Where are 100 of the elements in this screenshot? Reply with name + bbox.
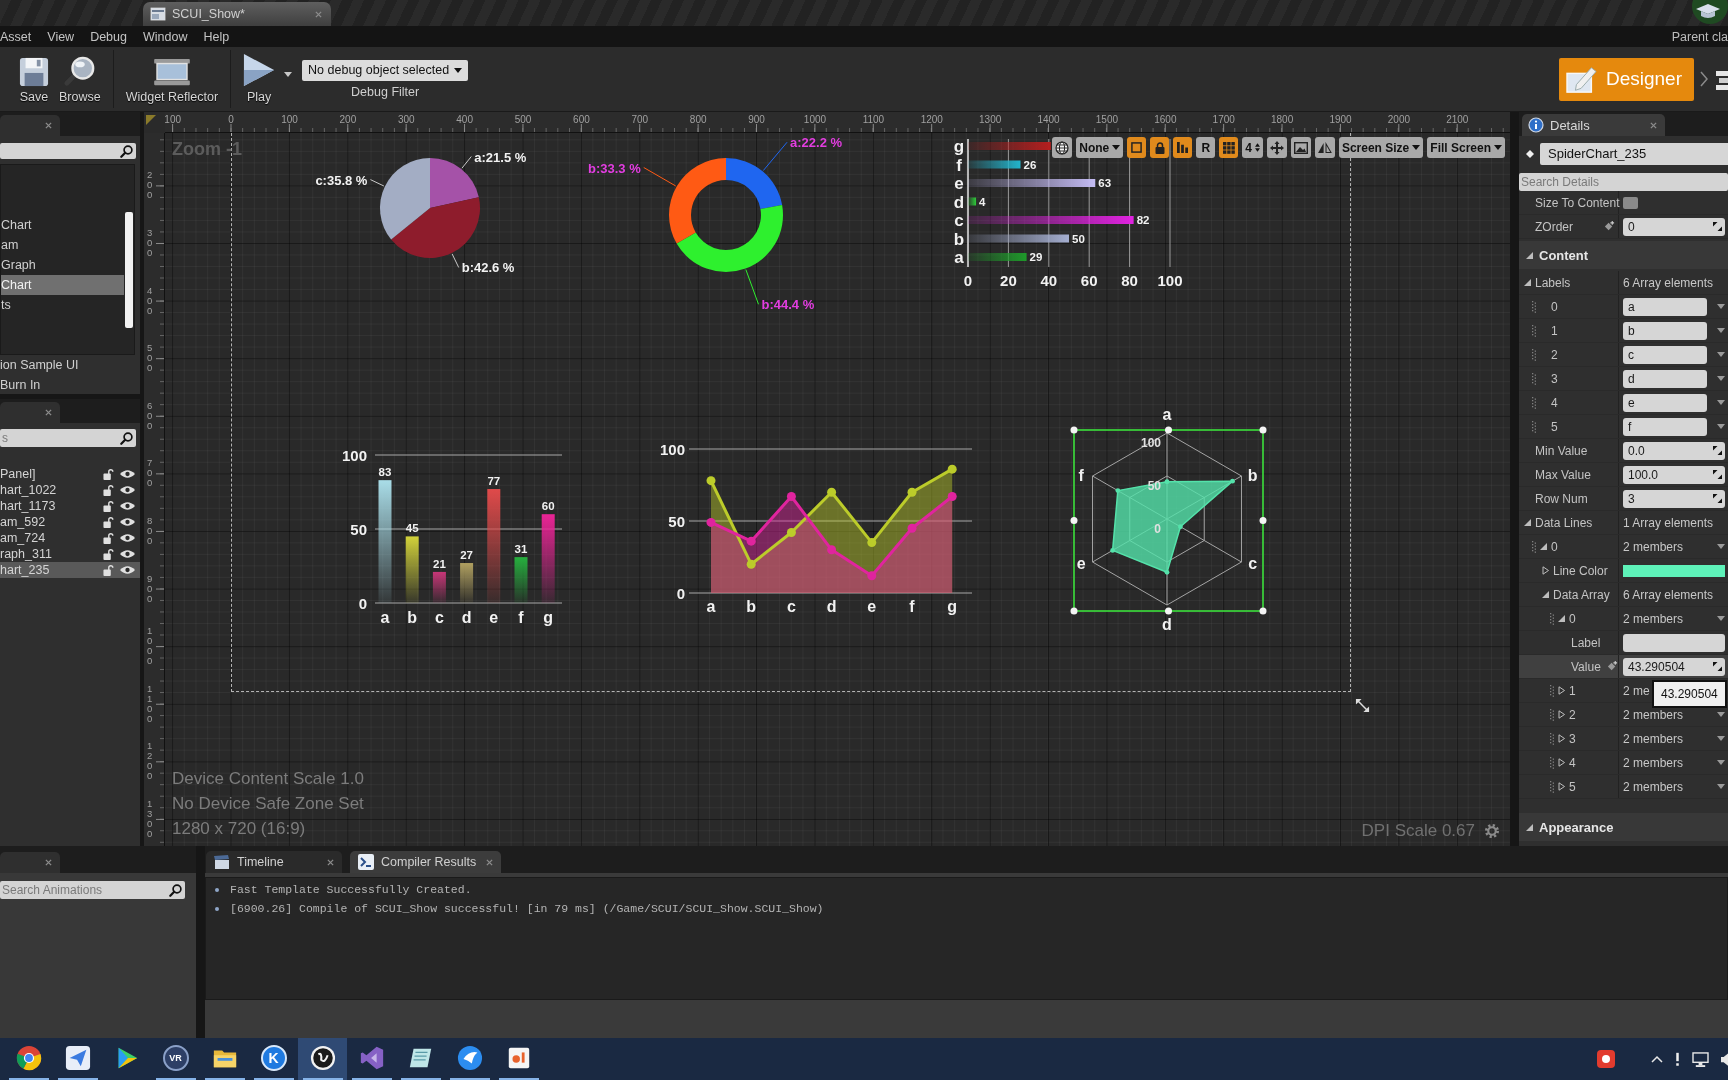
- document-tab[interactable]: SCUI_Show*: [143, 2, 331, 26]
- close-icon[interactable]: [1650, 121, 1657, 129]
- taskbar-app[interactable]: VR: [151, 1038, 200, 1080]
- padlock-icon[interactable]: [103, 516, 114, 528]
- number-field[interactable]: 0: [1623, 217, 1725, 236]
- search-field[interactable]: s: [0, 429, 136, 447]
- caret-icon[interactable]: [1494, 145, 1502, 150]
- text-field[interactable]: b: [1623, 321, 1707, 340]
- search-input[interactable]: s: [2, 430, 120, 446]
- widget-tree-item[interactable]: hart_1022: [0, 482, 140, 498]
- number-field[interactable]: 3: [1623, 489, 1725, 508]
- circle-logo-icon[interactable]: [309, 1045, 336, 1071]
- palette-item[interactable]: ts: [1, 295, 124, 315]
- expander-arrow-icon[interactable]: [1557, 758, 1566, 767]
- expander-arrow-icon[interactable]: [1557, 782, 1566, 791]
- text-field[interactable]: c: [1623, 345, 1707, 364]
- pie-chart[interactable]: a:21.5 % b:42.6 % c:35.8 %: [298, 137, 543, 277]
- text-field[interactable]: f: [1623, 417, 1707, 436]
- toolbar-dropdown[interactable]: Fill Screen: [1427, 137, 1505, 158]
- donut-chart[interactable]: a:22.2 % b:44.4 % b:33.3 %: [572, 133, 867, 325]
- palette-category[interactable]: Burn In: [0, 375, 140, 395]
- drag-handle-icon[interactable]: [1532, 300, 1536, 313]
- expander-arrow-icon[interactable]: [1523, 278, 1532, 287]
- tray-app-icon[interactable]: [1597, 1050, 1615, 1068]
- spin-arrows-icon[interactable]: [1713, 446, 1722, 455]
- palette-item[interactable]: am: [1, 235, 124, 255]
- spin-arrows-icon[interactable]: [1713, 662, 1722, 671]
- toolbar-button[interactable]: Play: [238, 47, 281, 111]
- caret-icon[interactable]: [284, 71, 293, 77]
- expander-arrow-icon[interactable]: [1539, 542, 1548, 551]
- toolbar-dropdown[interactable]: None: [1076, 137, 1124, 158]
- spin-arrows-icon[interactable]: [1713, 470, 1722, 479]
- chevron-right-icon[interactable]: [1700, 71, 1708, 87]
- chevron-up-icon[interactable]: [1651, 1055, 1663, 1063]
- padlock-icon[interactable]: [103, 564, 114, 576]
- search-icon[interactable]: [120, 144, 133, 158]
- expander-arrow-icon[interactable]: [1557, 686, 1566, 695]
- padlock-icon[interactable]: [103, 484, 114, 496]
- expander-arrow-icon[interactable]: [1541, 566, 1550, 575]
- scrollbar-thumb[interactable]: [125, 212, 133, 328]
- toolbar-toggle[interactable]: [1173, 137, 1193, 158]
- toolbar-toggle[interactable]: [1266, 137, 1287, 158]
- close-icon[interactable]: [315, 10, 322, 18]
- widget-tree-item[interactable]: raph_311: [0, 546, 140, 562]
- text-field[interactable]: a: [1623, 297, 1707, 316]
- section-header[interactable]: Appearance: [1519, 813, 1728, 841]
- menu-item[interactable]: Debug: [82, 29, 135, 44]
- drag-handle-icon[interactable]: [1550, 684, 1554, 697]
- toolbar-dropdown[interactable]: Screen Size: [1338, 137, 1424, 158]
- toolbar-toggle[interactable]: R: [1196, 137, 1216, 158]
- drag-handle-icon[interactable]: [1550, 708, 1554, 721]
- bar-chart[interactable]: 0 50 100 83 a 45 b 21 c 27 d 77 e 31 f 60 g: [330, 439, 570, 629]
- padlock-icon[interactable]: [103, 548, 114, 560]
- toolbar-toggle[interactable]: [1219, 137, 1239, 158]
- drag-handle-icon[interactable]: [1550, 780, 1554, 793]
- binding-icon[interactable]: [1606, 661, 1618, 672]
- exclamation-icon[interactable]: [1675, 1051, 1680, 1067]
- debug-object-dropdown[interactable]: No debug object selected: [302, 59, 469, 81]
- eye-icon[interactable]: [120, 485, 135, 495]
- settings-icon[interactable]: [1484, 823, 1500, 839]
- menu-item[interactable]: Help: [195, 29, 238, 44]
- wheel-logo-icon[interactable]: [15, 1045, 42, 1071]
- drag-handle-icon[interactable]: [1532, 420, 1536, 433]
- drag-handle-icon[interactable]: [1550, 612, 1554, 625]
- eye-icon[interactable]: [120, 565, 135, 575]
- menu-item[interactable]: View: [39, 29, 83, 44]
- expander-arrow-icon[interactable]: [1557, 710, 1566, 719]
- number-field[interactable]: 100.0: [1623, 465, 1725, 484]
- toolbar-button[interactable]: Save: [14, 47, 54, 111]
- expander-arrow-icon[interactable]: [1541, 590, 1550, 599]
- text-field[interactable]: d: [1623, 369, 1707, 388]
- text-field[interactable]: [1623, 633, 1725, 652]
- spin-arrows-icon[interactable]: [1713, 494, 1722, 503]
- resize-arrow-icon[interactable]: [1355, 698, 1370, 713]
- spinner-field[interactable]: 4: [1242, 137, 1263, 158]
- name-field[interactable]: SpiderChart_235: [1540, 143, 1728, 165]
- expander-arrow-icon[interactable]: [1523, 518, 1532, 527]
- widget-tree-item[interactable]: Panel]: [0, 466, 140, 482]
- eye-icon[interactable]: [120, 549, 135, 559]
- search-input[interactable]: Search Animations: [2, 882, 169, 898]
- menu-item[interactable]: Window: [135, 29, 196, 44]
- caret-icon[interactable]: [1412, 145, 1421, 150]
- search-field[interactable]: [0, 143, 136, 159]
- selection-frame[interactable]: [1070, 426, 1267, 615]
- toolbar-toggle[interactable]: [1314, 137, 1335, 158]
- close-icon[interactable]: [486, 858, 493, 866]
- details-tab[interactable]: Details: [1522, 114, 1665, 136]
- taskbar-app[interactable]: [298, 1038, 347, 1080]
- palette-item[interactable]: Chart: [1, 275, 124, 295]
- close-icon[interactable]: [45, 122, 52, 129]
- number-field[interactable]: 43.290504: [1623, 657, 1725, 676]
- widget-tree-item[interactable]: hart_235: [0, 562, 140, 578]
- number-field[interactable]: 0.0: [1623, 441, 1725, 460]
- drag-handle-icon[interactable]: [1532, 396, 1536, 409]
- widget-tree-item[interactable]: hart_1173: [0, 498, 140, 514]
- network-icon[interactable]: [1692, 1051, 1709, 1067]
- toolbar-toggle[interactable]: [1150, 137, 1170, 158]
- search-icon[interactable]: [169, 883, 182, 897]
- search-icon[interactable]: [120, 431, 133, 445]
- menu-item[interactable]: Asset: [0, 29, 40, 44]
